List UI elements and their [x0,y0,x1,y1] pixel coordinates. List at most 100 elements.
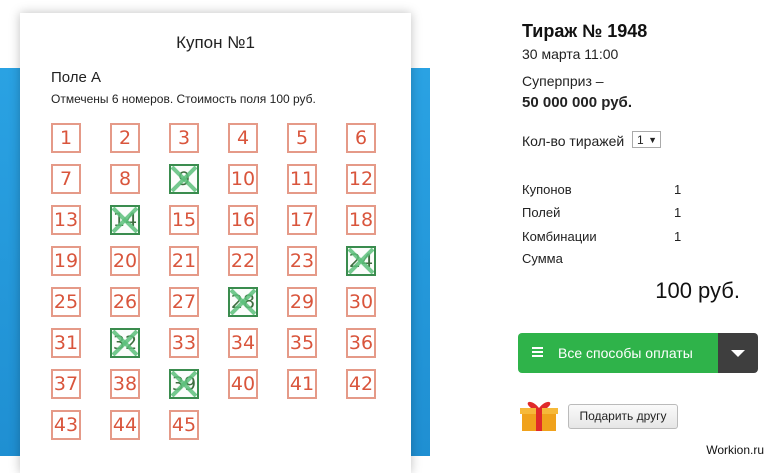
field-title: Поле А [51,69,102,86]
number-cell[interactable]: 40 [228,369,258,399]
number-cell[interactable]: 11 [287,164,317,194]
number-label: 45 [171,414,197,436]
number-label: 42 [348,373,374,395]
number-label: 40 [230,373,256,395]
number-cell[interactable]: 43 [51,410,81,440]
number-cell[interactable]: 16 [228,205,258,235]
number-label: 2 [118,127,132,149]
number-cell[interactable]: 10 [228,164,258,194]
draws-count-value: 1 [637,133,644,147]
number-cell[interactable]: 2 [110,123,140,153]
number-label: 23 [289,250,315,272]
stat-combinations-label: Комбинации [522,229,597,244]
number-cell-selected[interactable]: 39 [169,369,199,399]
stat-sum-label: Сумма [522,251,563,266]
stat-coupons-value: 1 [674,182,682,197]
number-label: 1 [59,127,73,149]
number-cell-selected[interactable]: 32 [110,328,140,358]
list-icon [532,347,543,358]
number-label: 15 [171,209,197,231]
payment-dropdown-toggle[interactable] [718,333,758,373]
number-label: 6 [354,127,368,149]
total-sum: 100 руб. [655,278,740,303]
cross-mark-icon [112,207,138,233]
number-label: 38 [112,373,138,395]
number-cell-selected[interactable]: 24 [346,246,376,276]
number-cell[interactable]: 41 [287,369,317,399]
number-cell[interactable]: 7 [51,164,81,194]
number-cell-selected[interactable]: 14 [110,205,140,235]
number-cell[interactable]: 37 [51,369,81,399]
draw-title: Тираж № 1948 [522,21,648,41]
number-cell-selected[interactable]: 9 [169,164,199,194]
cross-mark-icon [348,248,374,274]
number-cell[interactable]: 42 [346,369,376,399]
superprize-label: Суперприз – [522,73,604,89]
number-label: 36 [348,332,374,354]
number-cell[interactable]: 5 [287,123,317,153]
number-cell[interactable]: 1 [51,123,81,153]
number-label: 26 [112,291,138,313]
number-cell[interactable]: 21 [169,246,199,276]
stat-combinations-value: 1 [674,229,682,244]
number-label: 4 [236,127,250,149]
cross-mark-icon [171,371,197,397]
stat-coupons-label: Купонов [522,182,572,197]
number-label: 35 [289,332,315,354]
number-label: 3 [177,127,191,149]
draws-count-select[interactable]: 1 ▼ [632,131,661,148]
pay-button-label: Все способы оплаты [558,345,693,361]
number-grid: 1234567891011121314151617181920212223242… [51,123,411,453]
number-label: 19 [53,250,79,272]
number-label: 18 [348,209,374,231]
number-cell[interactable]: 31 [51,328,81,358]
number-cell[interactable]: 25 [51,287,81,317]
number-cell[interactable]: 22 [228,246,258,276]
number-cell[interactable]: 17 [287,205,317,235]
number-cell[interactable]: 18 [346,205,376,235]
cross-mark-icon [171,166,197,192]
number-cell[interactable]: 6 [346,123,376,153]
gift-to-friend-button[interactable]: Подарить другу [568,404,678,429]
number-cell-selected[interactable]: 28 [228,287,258,317]
number-cell[interactable]: 33 [169,328,199,358]
all-payment-methods-button[interactable]: Все способы оплаты [518,333,718,373]
number-cell[interactable]: 15 [169,205,199,235]
number-cell[interactable]: 36 [346,328,376,358]
cross-mark-icon [112,330,138,356]
number-cell[interactable]: 12 [346,164,376,194]
number-cell[interactable]: 20 [110,246,140,276]
number-label: 41 [289,373,315,395]
number-label: 8 [118,168,132,190]
number-cell[interactable]: 29 [287,287,317,317]
field-description: Отмечены 6 номеров. Стоимость поля 100 р… [51,92,316,106]
number-label: 27 [171,291,197,313]
number-label: 29 [289,291,315,313]
number-label: 44 [112,414,138,436]
number-cell[interactable]: 26 [110,287,140,317]
coupon-card: Купон №1 Поле А Отмечены 6 номеров. Стои… [20,13,411,473]
number-cell[interactable]: 3 [169,123,199,153]
number-cell[interactable]: 13 [51,205,81,235]
number-cell[interactable]: 45 [169,410,199,440]
superprize-value: 50 000 000 руб. [522,94,632,111]
number-label: 10 [230,168,256,190]
number-cell[interactable]: 34 [228,328,258,358]
cross-mark-icon [230,289,256,315]
chevron-down-icon [731,350,745,357]
number-label: 12 [348,168,374,190]
number-cell[interactable]: 23 [287,246,317,276]
number-cell[interactable]: 4 [228,123,258,153]
watermark: Workion.ru [706,443,764,457]
number-cell[interactable]: 30 [346,287,376,317]
number-cell[interactable]: 8 [110,164,140,194]
number-cell[interactable]: 35 [287,328,317,358]
number-cell[interactable]: 44 [110,410,140,440]
number-label: 37 [53,373,79,395]
number-cell[interactable]: 19 [51,246,81,276]
number-label: 13 [53,209,79,231]
number-cell[interactable]: 27 [169,287,199,317]
number-label: 43 [53,414,79,436]
number-label: 7 [59,168,73,190]
number-cell[interactable]: 38 [110,369,140,399]
